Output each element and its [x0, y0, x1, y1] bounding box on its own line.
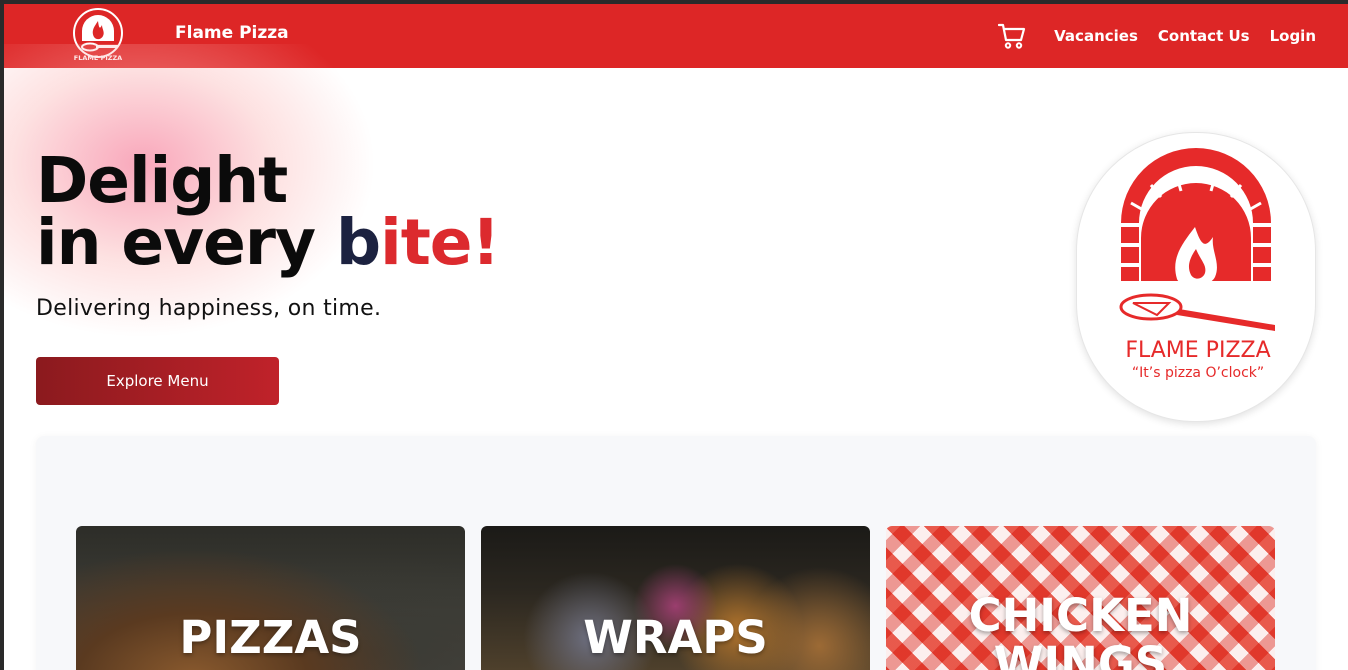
- logo-tagline: “It’s pizza O’clock”: [1132, 365, 1264, 381]
- nav-links: Vacancies Contact Us Login: [998, 4, 1316, 68]
- hero-title-line2-prefix: in every: [36, 206, 336, 279]
- logo-name: FLAME PIZZA: [1125, 338, 1270, 363]
- explore-menu-button[interactable]: Explore Menu: [36, 357, 279, 405]
- hero-title-line2: in every bite!: [36, 211, 500, 274]
- cart-icon[interactable]: [998, 22, 1026, 50]
- brand-logo-badge: FLAME PIZZA “It’s pizza O’clock”: [1076, 132, 1316, 422]
- nav-link-vacancies[interactable]: Vacancies: [1054, 27, 1138, 45]
- category-card-wraps[interactable]: WRAPS: [481, 526, 870, 670]
- browser-viewport: FLAME PIZZA Flame Pizza Vacancies Contac…: [4, 4, 1348, 670]
- menu-categories-panel: PIZZAS WRAPS CHICKEN WINGS: [36, 436, 1316, 670]
- hero-title-accent-b: b: [335, 206, 381, 279]
- hero-title-accent-rest: ite!: [380, 206, 500, 279]
- nav-link-login[interactable]: Login: [1270, 27, 1316, 45]
- category-card-label: WRAPS: [583, 611, 768, 664]
- brand-name[interactable]: Flame Pizza: [175, 23, 289, 43]
- category-card-label: CHICKEN WINGS: [968, 589, 1193, 670]
- hero-title: Delight in every bite!: [36, 144, 500, 274]
- category-card-chicken-wings[interactable]: CHICKEN WINGS: [886, 526, 1275, 670]
- category-card-label: PIZZAS: [179, 611, 362, 664]
- hero-subtitle: Delivering happiness, on time.: [36, 296, 382, 321]
- hero-title-line1: Delight: [36, 144, 288, 217]
- flame-pizza-logo: FLAME PIZZA “It’s pizza O’clock”: [1119, 148, 1275, 381]
- category-card-pizzas[interactable]: PIZZAS: [76, 526, 465, 670]
- nav-link-contact-us[interactable]: Contact Us: [1158, 27, 1250, 45]
